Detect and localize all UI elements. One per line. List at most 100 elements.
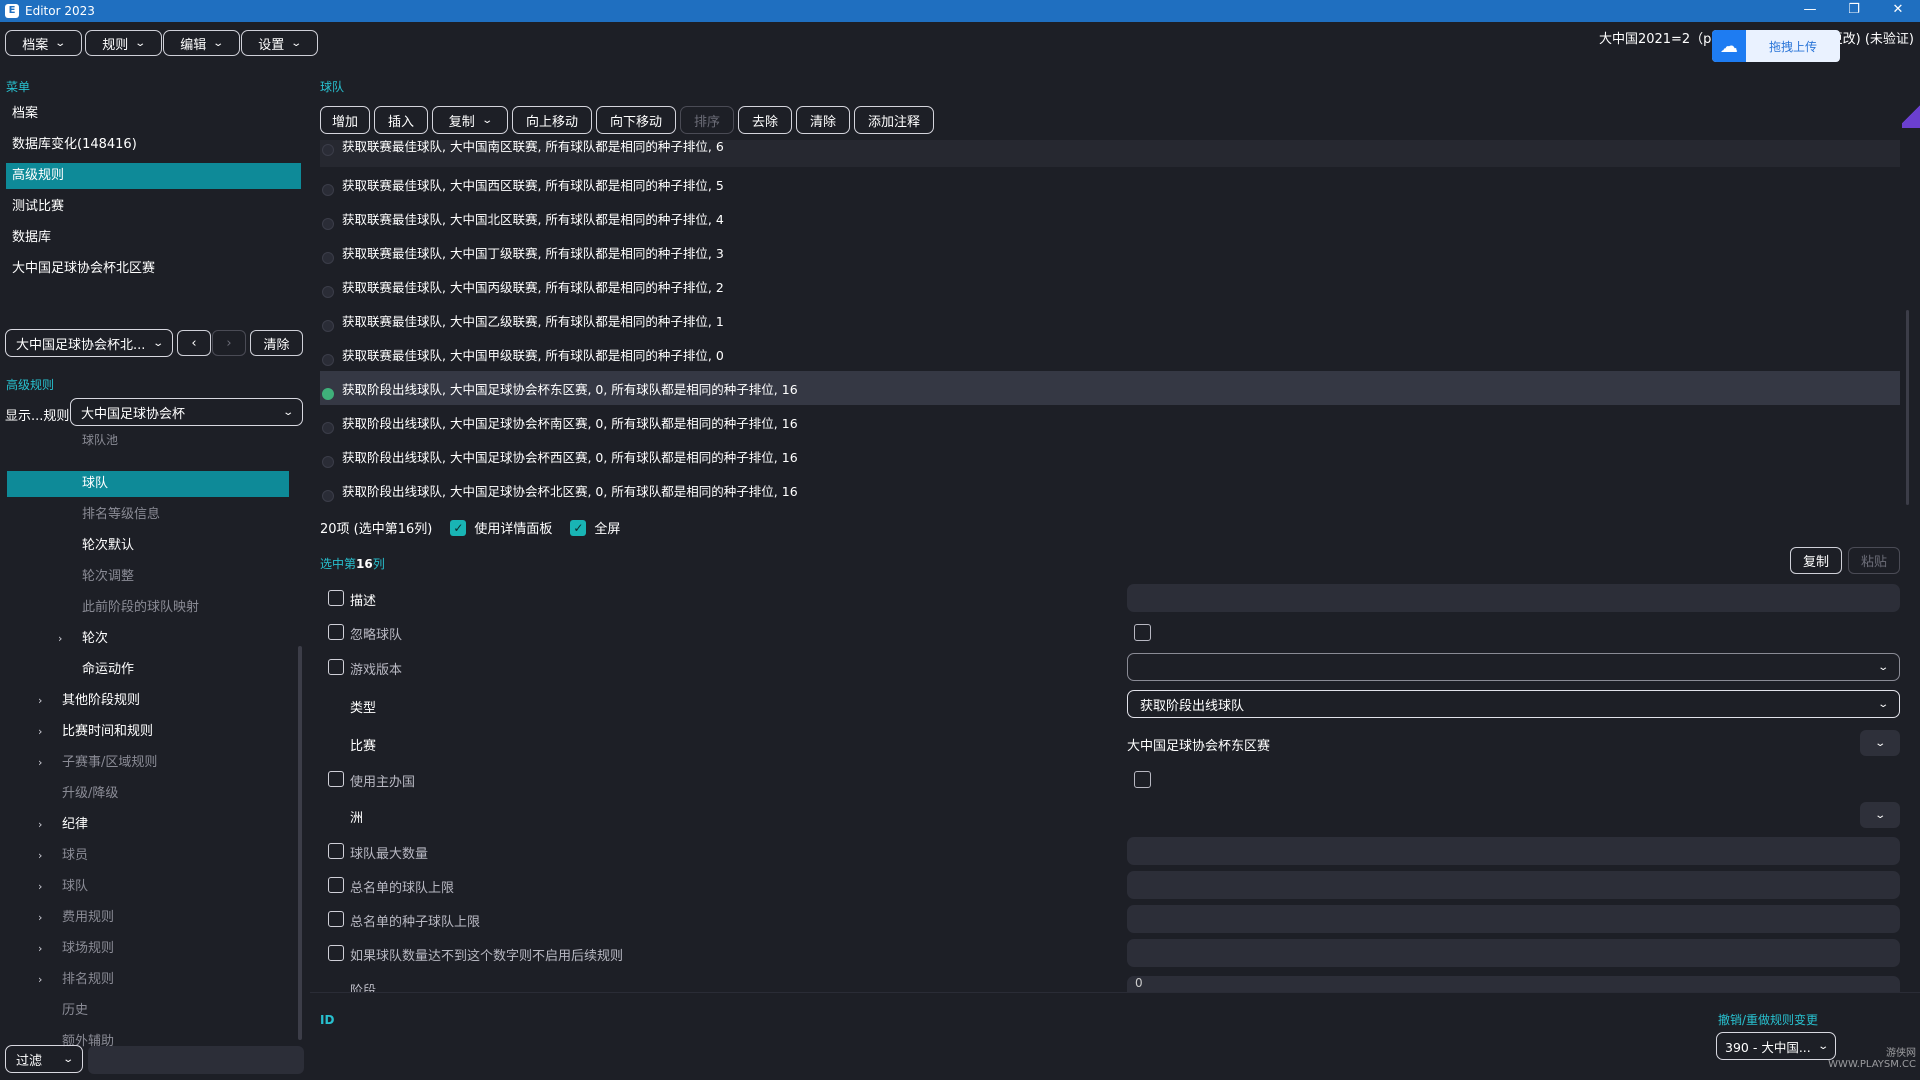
max-teams-input[interactable] — [1127, 837, 1900, 865]
menu-item-test-match[interactable]: 测试比赛 — [6, 194, 301, 220]
detail-panel-checkbox[interactable]: ✓ — [450, 519, 467, 536]
circle-icon[interactable] — [322, 422, 334, 434]
tree-item[interactable]: 轮次 — [82, 626, 108, 652]
circle-icon[interactable] — [322, 456, 334, 468]
toolbar-button[interactable]: 清除 — [796, 106, 850, 134]
toolbar-button[interactable]: 向上移动 — [512, 106, 592, 134]
list-row[interactable]: 获取阶段出线球队, 大中国足球协会杯东区赛, 0, 所有球队都是相同的种子排位,… — [320, 371, 1900, 405]
min-rule-input[interactable] — [1127, 939, 1900, 967]
circle-icon[interactable] — [322, 490, 334, 502]
fullscreen-checkbox[interactable]: ✓ — [570, 519, 587, 536]
circle-icon[interactable] — [322, 320, 334, 332]
list-row[interactable]: 获取联赛最佳球队, 大中国丁级联赛, 所有球队都是相同的种子排位, 3 — [320, 235, 1900, 269]
tree-item[interactable]: 其他阶段规则 — [62, 688, 140, 714]
roster-limit-checkbox[interactable] — [328, 877, 344, 893]
tree-item[interactable]: 球队池 — [82, 434, 118, 450]
tree-item[interactable]: 升级/降级 — [62, 781, 118, 807]
chevron-right-icon[interactable]: › — [38, 973, 42, 986]
menu-item-database[interactable]: 数据库 — [6, 225, 301, 251]
desc-input[interactable] — [1127, 584, 1900, 612]
type-select[interactable]: 获取阶段出线球队 ⌄ — [1127, 690, 1900, 718]
menu-rules[interactable]: 规则 ⌄ — [85, 30, 162, 56]
list-row[interactable]: 获取联赛最佳球队, 大中国甲级联赛, 所有球队都是相同的种子排位, 0 — [320, 337, 1900, 371]
menu-item-cup-north[interactable]: 大中国足球协会杯北区赛 — [6, 256, 301, 282]
chevron-right-icon[interactable]: › — [38, 880, 42, 893]
toolbar-button[interactable]: 增加 — [320, 106, 370, 134]
circle-icon[interactable] — [322, 286, 334, 298]
paste-props-button[interactable]: 粘贴 — [1848, 547, 1900, 574]
tree-item[interactable]: 费用规则 — [62, 905, 114, 931]
circle-icon[interactable] — [322, 144, 334, 156]
list-row[interactable]: 获取联赛最佳球队, 大中国南区联赛, 所有球队都是相同的种子排位, 6 — [320, 140, 1900, 167]
tree-item[interactable]: 轮次调整 — [82, 564, 134, 590]
tree-item[interactable]: 排名等级信息 — [82, 502, 160, 528]
use-host-checkbox[interactable] — [328, 771, 344, 787]
list-row[interactable]: 获取阶段出线球队, 大中国足球协会杯南区赛, 0, 所有球队都是相同的种子排位,… — [320, 405, 1900, 439]
list-row[interactable]: 获取联赛最佳球队, 大中国乙级联赛, 所有球队都是相同的种子排位, 1 — [320, 303, 1900, 337]
match-dropdown-button[interactable]: ⌄ — [1860, 730, 1900, 756]
tree-item[interactable]: 排名规则 — [62, 967, 114, 993]
nav-forward-button[interactable]: › — [212, 330, 246, 356]
tree-item[interactable]: 球队 — [62, 874, 88, 900]
stage-input[interactable]: 0 — [1127, 976, 1900, 992]
toolbar-button[interactable]: 向下移动 — [596, 106, 676, 134]
copy-props-button[interactable]: 复制 — [1790, 547, 1842, 574]
menu-settings[interactable]: 设置 ⌄ — [241, 30, 318, 56]
toolbar-button[interactable]: 排序 — [680, 106, 734, 134]
list-scrollbar[interactable] — [1906, 310, 1909, 505]
tree-item[interactable]: 此前阶段的球队映射 — [82, 595, 199, 621]
ignore-team-value-checkbox[interactable] — [1134, 624, 1151, 641]
chevron-right-icon[interactable]: › — [58, 632, 62, 645]
restore-button[interactable]: ❐ — [1832, 0, 1876, 22]
toolbar-button[interactable]: 复制 ⌄ — [432, 106, 508, 134]
display-rules-select[interactable]: 大中国足球协会杯 ⌄ — [70, 398, 303, 426]
tree-scrollbar[interactable] — [298, 646, 302, 1040]
game-version-checkbox[interactable] — [328, 659, 344, 675]
circle-icon[interactable] — [322, 184, 334, 196]
list-row[interactable]: 获取联赛最佳球队, 大中国北区联赛, 所有球队都是相同的种子排位, 4 — [320, 201, 1900, 235]
menu-item-db-changes[interactable]: 数据库变化(148416) — [6, 132, 301, 158]
list-row[interactable]: 获取联赛最佳球队, 大中国丙级联赛, 所有球队都是相同的种子排位, 2 — [320, 269, 1900, 303]
circle-icon[interactable] — [322, 252, 334, 264]
roster-limit-input[interactable] — [1127, 871, 1900, 899]
chevron-right-icon[interactable]: › — [38, 942, 42, 955]
tree-item[interactable]: 纪律 — [62, 812, 88, 838]
use-host-value-checkbox[interactable] — [1134, 771, 1151, 788]
tree-item[interactable]: 球场规则 — [62, 936, 114, 962]
filter-select[interactable]: 过滤 ⌄ — [5, 1045, 83, 1073]
chevron-right-icon[interactable]: › — [38, 694, 42, 707]
check-circle-icon[interactable] — [322, 388, 334, 400]
minimize-button[interactable]: — — [1788, 0, 1832, 22]
tree-item[interactable]: 历史 — [62, 998, 88, 1024]
tree-item[interactable]: 轮次默认 — [82, 533, 134, 559]
ignore-team-checkbox[interactable] — [328, 624, 344, 640]
close-button[interactable]: ✕ — [1876, 0, 1920, 22]
game-version-select[interactable]: ⌄ — [1127, 653, 1900, 681]
tree-item[interactable]: 命运动作 — [82, 657, 134, 683]
seed-limit-input[interactable] — [1127, 905, 1900, 933]
toolbar-button[interactable]: 插入 — [374, 106, 428, 134]
chevron-right-icon[interactable]: › — [38, 756, 42, 769]
chevron-right-icon[interactable]: › — [38, 818, 42, 831]
tree-item[interactable]: 球员 — [62, 843, 88, 869]
seed-limit-checkbox[interactable] — [328, 911, 344, 927]
tree-item[interactable]: 比赛时间和规则 — [62, 719, 153, 745]
tree-item[interactable]: 球队 — [82, 471, 108, 497]
max-teams-checkbox[interactable] — [328, 843, 344, 859]
menu-item-file[interactable]: 档案 — [6, 101, 301, 127]
desc-checkbox[interactable] — [328, 590, 344, 606]
chevron-right-icon[interactable]: › — [38, 911, 42, 924]
menu-item-advanced-rules[interactable]: 高级规则 — [6, 163, 301, 189]
tree-item[interactable]: 子赛事/区域规则 — [62, 750, 157, 776]
toolbar-button[interactable]: 添加注释 — [854, 106, 934, 134]
nav-back-button[interactable]: ‹ — [177, 330, 211, 356]
min-rule-checkbox[interactable] — [328, 945, 344, 961]
continent-dropdown-button[interactable]: ⌄ — [1860, 802, 1900, 828]
menu-file[interactable]: 档案 ⌄ — [5, 30, 82, 56]
list-row[interactable]: 获取阶段出线球队, 大中国足球协会杯西区赛, 0, 所有球队都是相同的种子排位,… — [320, 439, 1900, 473]
circle-icon[interactable] — [322, 354, 334, 366]
nav-competition-select[interactable]: 大中国足球协会杯北... ⌄ — [5, 329, 173, 357]
chevron-right-icon[interactable]: › — [38, 725, 42, 738]
list-row[interactable]: 获取阶段出线球队, 大中国足球协会杯北区赛, 0, 所有球队都是相同的种子排位,… — [320, 473, 1900, 507]
menu-edit[interactable]: 编辑 ⌄ — [163, 30, 240, 56]
